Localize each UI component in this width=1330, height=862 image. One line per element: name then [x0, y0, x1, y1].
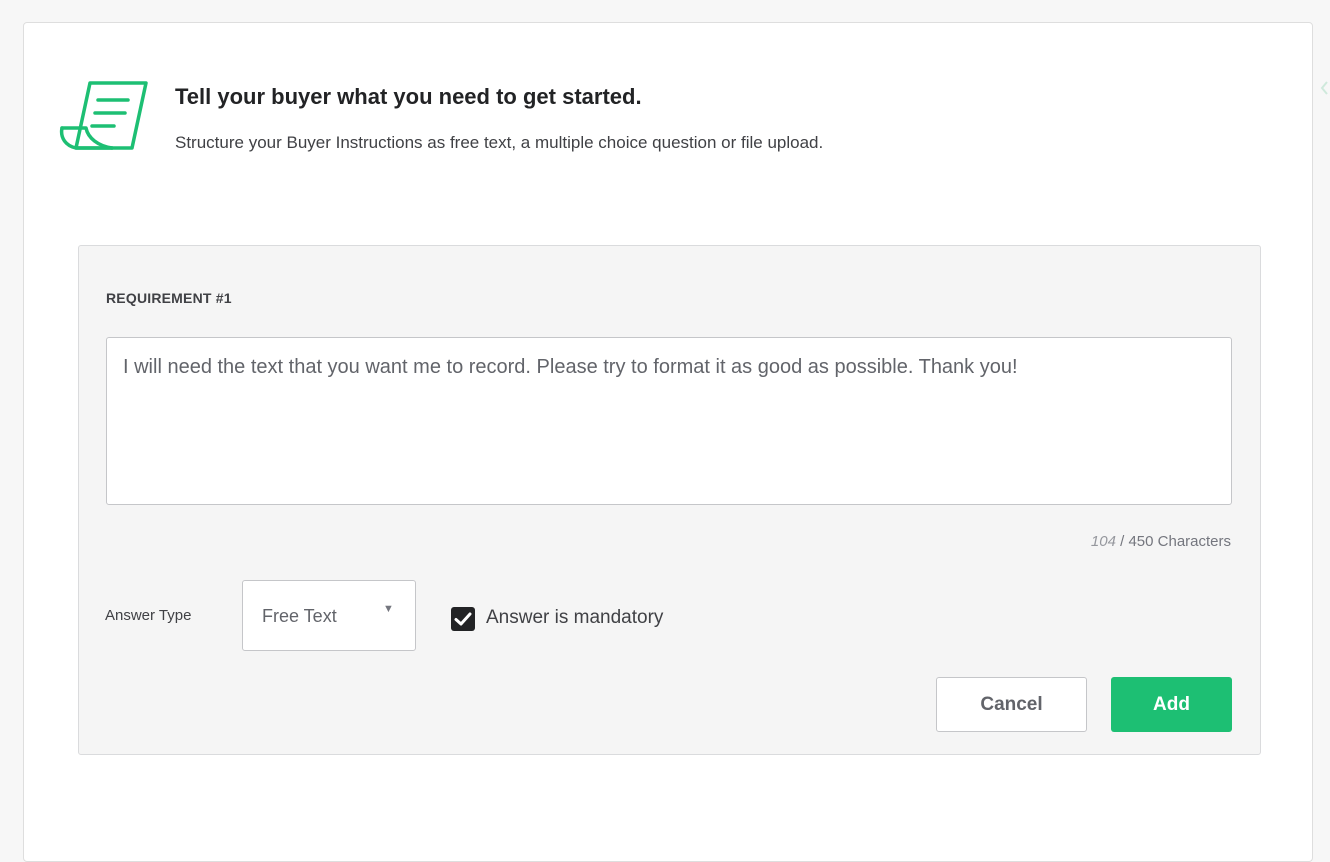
add-button[interactable]: Add	[1111, 677, 1232, 732]
document-scroll-icon	[59, 81, 148, 150]
requirement-label: REQUIREMENT #1	[106, 290, 232, 306]
checkmark-icon	[454, 612, 472, 626]
mandatory-label[interactable]: Answer is mandatory	[486, 607, 663, 629]
right-edge-marker-icon	[1320, 81, 1328, 95]
dropdown-arrow-icon: ▼	[383, 603, 394, 615]
page-subtitle: Structure your Buyer Instructions as fre…	[175, 133, 824, 152]
answer-type-select[interactable]: Free Text ▼	[242, 580, 416, 651]
page-title: Tell your buyer what you need to get sta…	[175, 84, 642, 109]
character-count-current: 104	[1090, 533, 1116, 550]
character-counter: 104 / 450 Characters	[1091, 533, 1231, 550]
answer-type-label: Answer Type	[105, 607, 192, 624]
answer-type-value: Free Text	[262, 606, 337, 626]
requirement-textarea[interactable]: I will need the text that you want me to…	[106, 337, 1232, 505]
mandatory-checkbox[interactable]	[451, 607, 475, 631]
character-count-limit: / 450 Characters	[1120, 533, 1231, 550]
cancel-button[interactable]: Cancel	[936, 677, 1087, 732]
